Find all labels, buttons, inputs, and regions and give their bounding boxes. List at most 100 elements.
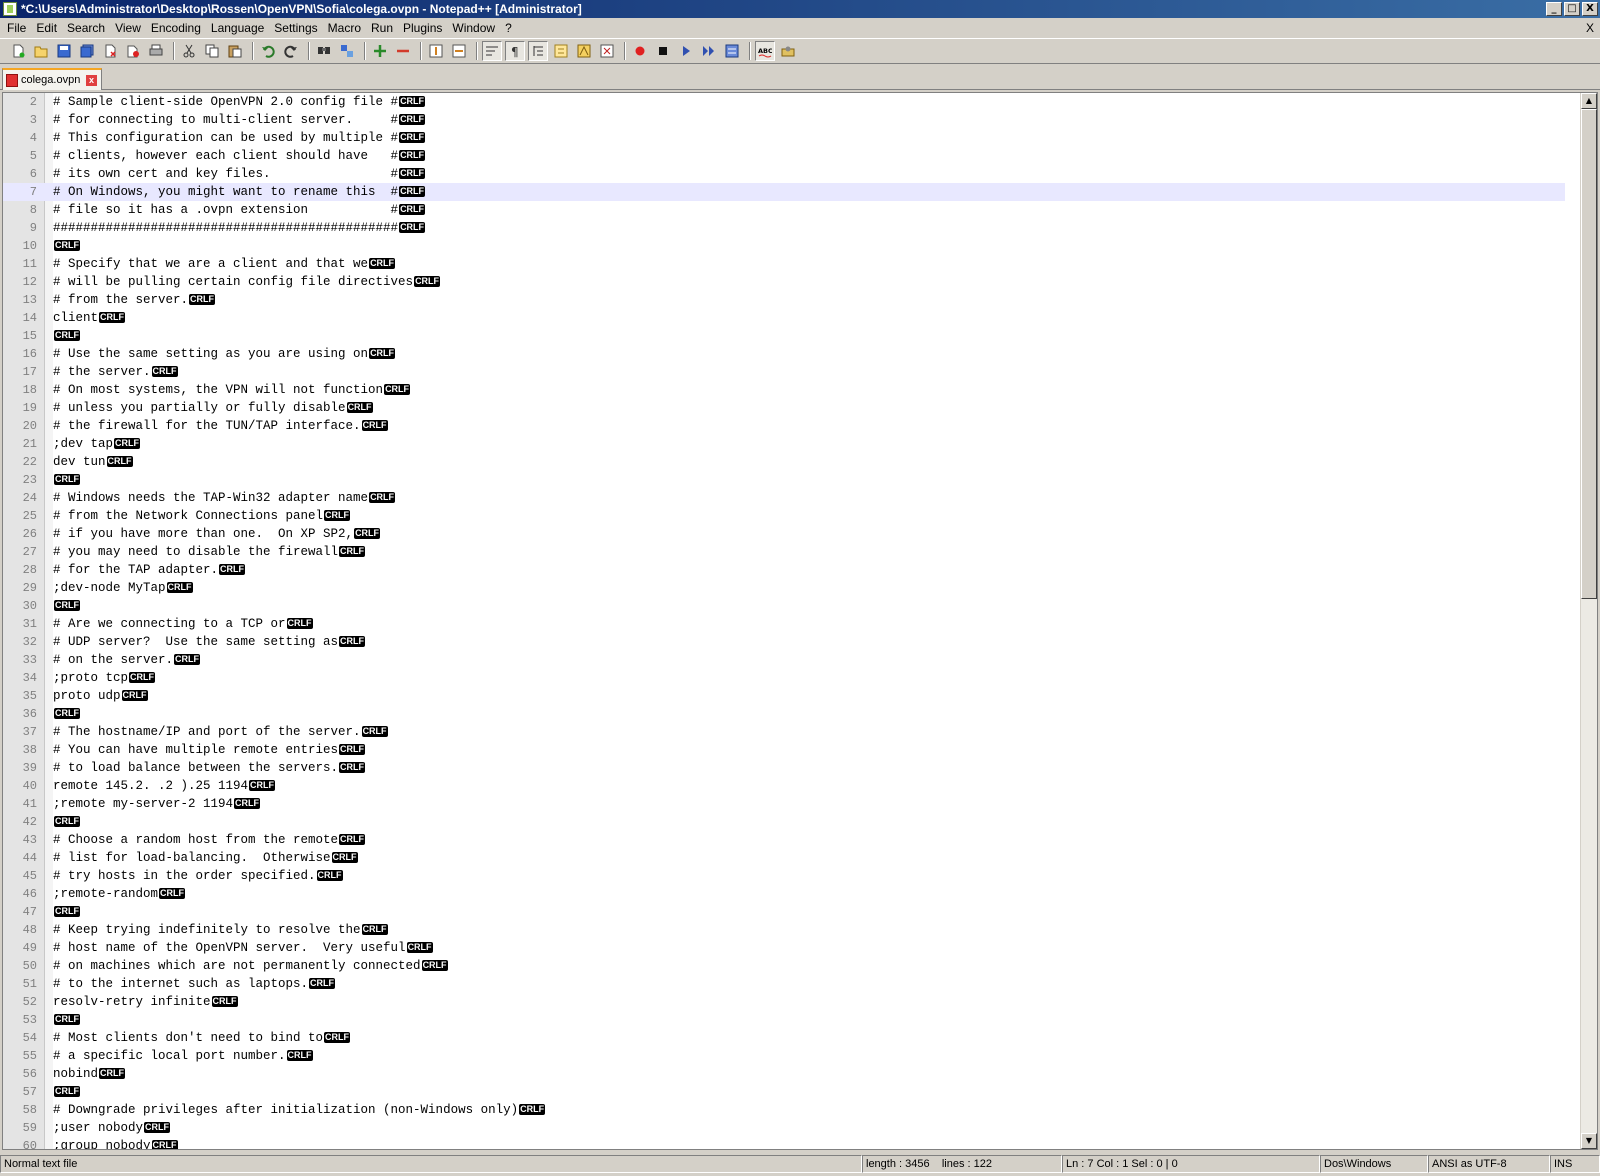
editor-line[interactable]: 23 CRLF xyxy=(3,471,1565,489)
menu-file[interactable]: File xyxy=(2,18,31,38)
editor-line[interactable]: 55 # a specific local port number. CRLF xyxy=(3,1047,1565,1065)
editor-line[interactable]: 22 dev tun CRLF xyxy=(3,453,1565,471)
editor-line[interactable]: 32 # UDP server? Use the same setting as C… xyxy=(3,633,1565,651)
status-eol[interactable]: Dos\Windows xyxy=(1320,1155,1428,1173)
menu-view[interactable]: View xyxy=(110,18,146,38)
editor-line[interactable]: 53 CRLF xyxy=(3,1011,1565,1029)
editor-line[interactable]: 45 # try hosts in the order specified. CRL… xyxy=(3,867,1565,885)
new-file-icon[interactable] xyxy=(8,41,28,61)
spell-options-icon[interactable] xyxy=(778,41,798,61)
editor-line[interactable]: 11 # Specify that we are a client and tha… xyxy=(3,255,1565,273)
editor-line[interactable]: 25 # from the Network Connections panel CR… xyxy=(3,507,1565,525)
menu-help[interactable]: ? xyxy=(500,18,517,38)
editor-line[interactable]: 58 # Downgrade privileges after initializ… xyxy=(3,1101,1565,1119)
editor-line[interactable]: 19 # unless you partially or fully disabl… xyxy=(3,399,1565,417)
editor-line[interactable]: 9 #######################################… xyxy=(3,219,1565,237)
close-document-button[interactable]: X xyxy=(1586,21,1594,35)
editor-line[interactable]: 27 # you may need to disable the firewall… xyxy=(3,543,1565,561)
menu-settings[interactable]: Settings xyxy=(269,18,322,38)
doc-map-icon[interactable] xyxy=(574,41,594,61)
find-icon[interactable] xyxy=(314,41,334,61)
status-encoding[interactable]: ANSI as UTF-8 xyxy=(1428,1155,1550,1173)
menu-language[interactable]: Language xyxy=(206,18,269,38)
editor-line[interactable]: 24 # Windows needs the TAP-Win32 adapter … xyxy=(3,489,1565,507)
menu-search[interactable]: Search xyxy=(62,18,110,38)
editor-line[interactable]: 14 client CRLF xyxy=(3,309,1565,327)
editor-line[interactable]: 26 # if you have more than one. On XP SP2… xyxy=(3,525,1565,543)
close-all-icon[interactable] xyxy=(123,41,143,61)
menu-macro[interactable]: Macro xyxy=(323,18,366,38)
play-macro-icon[interactable] xyxy=(676,41,696,61)
editor-line[interactable]: 6 # its own cert and key files. # CRLF xyxy=(3,165,1565,183)
zoom-in-icon[interactable] xyxy=(370,41,390,61)
editor-line[interactable]: 3 # for connecting to multi-client server… xyxy=(3,111,1565,129)
paste-icon[interactable] xyxy=(225,41,245,61)
menu-encoding[interactable]: Encoding xyxy=(146,18,206,38)
editor-line[interactable]: 44 # list for load-balancing. Otherwise CR… xyxy=(3,849,1565,867)
run-macro-multiple-icon[interactable] xyxy=(699,41,719,61)
editor-line[interactable]: 40 remote 145.2. .2 ).25 1194 CRLF xyxy=(3,777,1565,795)
editor-line[interactable]: 30 CRLF xyxy=(3,597,1565,615)
editor-line[interactable]: 8 # file so it has a .ovpn extension # CRL… xyxy=(3,201,1565,219)
editor-line[interactable]: 60 ;group nobody CRLF xyxy=(3,1137,1565,1149)
editor-line[interactable]: 54 # Most clients don't need to bind to CR… xyxy=(3,1029,1565,1047)
editor-line[interactable]: 7 # On Windows, you might want to rename … xyxy=(3,183,1565,201)
editor-line[interactable]: 20 # the firewall for the TUN/TAP interfa… xyxy=(3,417,1565,435)
editor-line[interactable]: 46 ;remote-random CRLF xyxy=(3,885,1565,903)
editor-line[interactable]: 5 # clients, however each client should h… xyxy=(3,147,1565,165)
editor-line[interactable]: 52 resolv-retry infinite CRLF xyxy=(3,993,1565,1011)
editor-line[interactable]: 50 # on machines which are not permanentl… xyxy=(3,957,1565,975)
editor-line[interactable]: 37 # The hostname/IP and port of the serv… xyxy=(3,723,1565,741)
menu-edit[interactable]: Edit xyxy=(31,18,62,38)
save-all-icon[interactable] xyxy=(77,41,97,61)
editor-line[interactable]: 16 # Use the same setting as you are usin… xyxy=(3,345,1565,363)
editor-line[interactable]: 56 nobind CRLF xyxy=(3,1065,1565,1083)
editor-line[interactable]: 38 # You can have multiple remote entries… xyxy=(3,741,1565,759)
function-list-icon[interactable] xyxy=(597,41,617,61)
cut-icon[interactable] xyxy=(179,41,199,61)
editor-line[interactable]: 4 # This configuration can be used by mul… xyxy=(3,129,1565,147)
editor-line[interactable]: 59 ;user nobody CRLF xyxy=(3,1119,1565,1137)
tab-colega-ovpn[interactable]: colega.ovpn x xyxy=(2,68,102,90)
show-all-chars-icon[interactable]: ¶ xyxy=(505,41,525,61)
close-window-button[interactable]: X xyxy=(1582,2,1598,16)
editor-line[interactable]: 13 # from the server. CRLF xyxy=(3,291,1565,309)
text-editor[interactable]: 2 # Sample client-side OpenVPN 2.0 config… xyxy=(2,92,1598,1150)
editor-line[interactable]: 39 # to load balance between the servers.… xyxy=(3,759,1565,777)
open-file-icon[interactable] xyxy=(31,41,51,61)
spell-check-icon[interactable]: ABC xyxy=(755,41,775,61)
sync-vertical-icon[interactable] xyxy=(426,41,446,61)
save-icon[interactable] xyxy=(54,41,74,61)
editor-line[interactable]: 21 ;dev tap CRLF xyxy=(3,435,1565,453)
stop-record-icon[interactable] xyxy=(653,41,673,61)
notepadpp-app-icon[interactable] xyxy=(3,2,17,16)
editor-line[interactable]: 36 CRLF xyxy=(3,705,1565,723)
editor-line[interactable]: 49 # host name of the OpenVPN server. Ver… xyxy=(3,939,1565,957)
redo-icon[interactable] xyxy=(281,41,301,61)
editor-line[interactable]: 43 # Choose a random host from the remote… xyxy=(3,831,1565,849)
editor-line[interactable]: 18 # On most systems, the VPN will not fu… xyxy=(3,381,1565,399)
editor-line[interactable]: 51 # to the internet such as laptops. CRLF xyxy=(3,975,1565,993)
scroll-down-arrow[interactable]: ▼ xyxy=(1581,1133,1597,1149)
minimize-button[interactable]: _ xyxy=(1546,2,1562,16)
editor-line[interactable]: 29 ;dev-node MyTap CRLF xyxy=(3,579,1565,597)
sync-horizontal-icon[interactable] xyxy=(449,41,469,61)
editor-line[interactable]: 57 CRLF xyxy=(3,1083,1565,1101)
maximize-button[interactable]: □ xyxy=(1564,2,1580,16)
editor-line[interactable]: 47 CRLF xyxy=(3,903,1565,921)
menu-window[interactable]: Window xyxy=(447,18,500,38)
tab-close-icon[interactable]: x xyxy=(86,74,97,86)
scroll-up-arrow[interactable]: ▲ xyxy=(1581,93,1597,109)
save-macro-icon[interactable] xyxy=(722,41,742,61)
editor-line[interactable]: 42 CRLF xyxy=(3,813,1565,831)
copy-icon[interactable] xyxy=(202,41,222,61)
editor-line[interactable]: 28 # for the TAP adapter. CRLF xyxy=(3,561,1565,579)
editor-line[interactable]: 10 CRLF xyxy=(3,237,1565,255)
menu-plugins[interactable]: Plugins xyxy=(398,18,447,38)
word-wrap-icon[interactable] xyxy=(482,41,502,61)
editor-line[interactable]: 2 # Sample client-side OpenVPN 2.0 config… xyxy=(3,93,1565,111)
user-lang-icon[interactable] xyxy=(551,41,571,61)
editor-line[interactable]: 31 # Are we connecting to a TCP or CRLF xyxy=(3,615,1565,633)
status-insert-mode[interactable]: INS xyxy=(1550,1155,1600,1173)
record-macro-icon[interactable] xyxy=(630,41,650,61)
